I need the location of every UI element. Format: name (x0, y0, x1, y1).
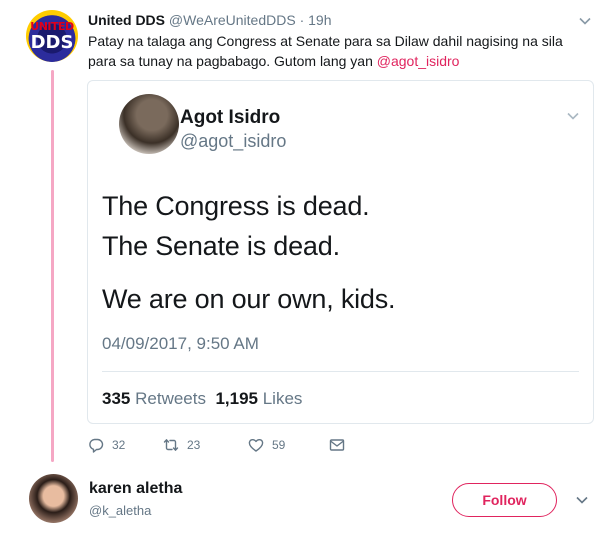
author-name[interactable]: United DDS (88, 12, 165, 28)
avatar[interactable] (119, 94, 179, 154)
quoted-text-line: We are on our own, kids. (102, 284, 396, 314)
retweet-icon (163, 439, 179, 451)
suggested-user-name[interactable]: karen aletha (89, 480, 182, 498)
avatar[interactable]: UNITED DDS (26, 10, 78, 62)
avatar-logo-text: DDS (30, 32, 74, 53)
tweet-text: Patay na talaga ang Congress at Senate p… (88, 31, 578, 71)
mention-link[interactable]: @agot_isidro (377, 53, 460, 69)
chevron-down-icon[interactable] (566, 109, 580, 123)
tweet-header: United DDS @WeAreUnitedDDS · 19h (88, 12, 331, 28)
likes-count[interactable]: 1,195 (215, 389, 258, 408)
tweet-timestamp[interactable]: 19h (308, 12, 331, 28)
retweets-count[interactable]: 335 (102, 389, 130, 408)
heart-icon (248, 439, 264, 452)
author-handle[interactable]: @WeAreUnitedDDS (169, 12, 296, 28)
retweet-button[interactable]: 23 (163, 437, 200, 453)
quoted-author-handle[interactable]: @agot_isidro (180, 131, 286, 152)
suggested-user-handle[interactable]: @k_aletha (89, 503, 151, 518)
chevron-down-icon[interactable] (575, 493, 589, 507)
thread-connector-line (51, 70, 54, 462)
like-button[interactable]: 59 (248, 437, 285, 453)
likes-label[interactable]: Likes (263, 389, 303, 408)
message-icon (329, 439, 345, 451)
retweets-label[interactable]: Retweets (135, 389, 206, 408)
quoted-text-line: The Congress is dead. (102, 191, 370, 221)
engagement-stats: 335 Retweets 1,195 Likes (102, 389, 302, 409)
avatar[interactable] (29, 474, 78, 523)
separator: · (299, 12, 305, 28)
chevron-down-icon[interactable] (578, 14, 592, 28)
quoted-text-line: The Senate is dead. (102, 231, 340, 261)
reply-button[interactable]: 32 (88, 437, 125, 453)
like-count: 59 (272, 438, 286, 452)
message-button[interactable] (329, 437, 353, 453)
reply-count: 32 (112, 438, 126, 452)
divider (102, 371, 579, 372)
quoted-timestamp[interactable]: 04/09/2017, 9:50 AM (102, 334, 259, 354)
reply-icon (89, 438, 104, 453)
quoted-author-name[interactable]: Agot Isidro (180, 107, 280, 129)
tweet-body: Patay na talaga ang Congress at Senate p… (88, 33, 563, 69)
follow-button[interactable]: Follow (452, 483, 557, 517)
quoted-tweet-card[interactable]: Agot Isidro @agot_isidro The Congress is… (87, 80, 594, 424)
retweet-count: 23 (187, 438, 201, 452)
